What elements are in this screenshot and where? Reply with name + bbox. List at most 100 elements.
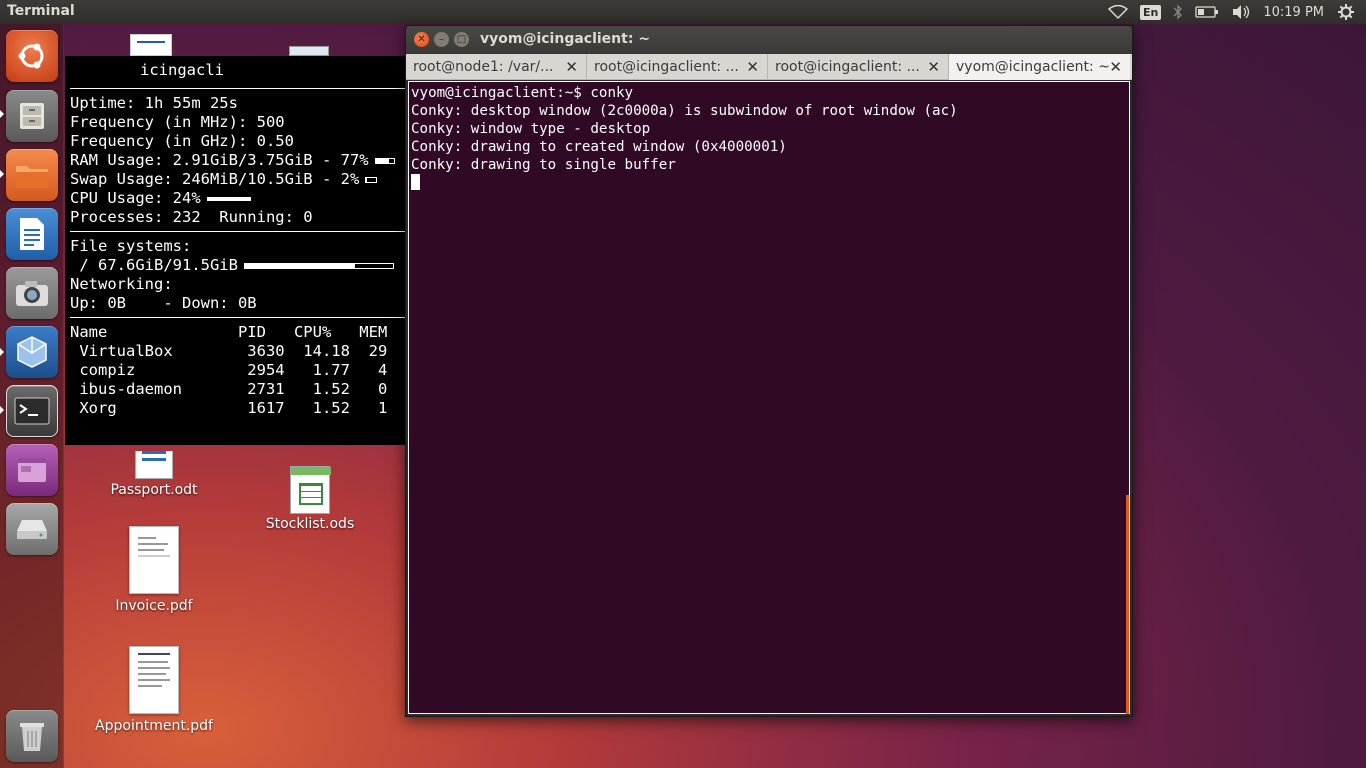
cpu-usage-bar-fill	[206, 196, 252, 201]
settings-gear-icon[interactable]	[1338, 0, 1354, 24]
keyboard-layout-indicator[interactable]: En	[1139, 0, 1162, 24]
terminal-icon	[14, 397, 50, 425]
terminal-line: vyom@icingaclient:~$ conky	[411, 85, 634, 101]
maximize-icon: □	[456, 34, 467, 45]
launcher-terminal[interactable]	[6, 385, 58, 437]
conky-frequency-ghz: Frequency (in GHz): 0.50	[70, 132, 294, 150]
text-cursor	[411, 174, 420, 190]
conky-ram-row: RAM Usage: 2.91GiB/3.75GiB - 77%	[70, 151, 405, 170]
window-minimize-button[interactable]: –	[434, 32, 449, 47]
terminal-output[interactable]: vyom@icingaclient:~$ conky Conky: deskto…	[408, 81, 1130, 714]
system-tray: En 10:19 PM	[1107, 0, 1366, 24]
writer-document-icon	[20, 218, 44, 250]
launcher-disk[interactable]	[6, 503, 58, 555]
conky-swap-row: Swap Usage: 246MiB/10.5GiB - 2%	[70, 170, 405, 189]
terminal-line: Conky: drawing to created window (0x4000…	[411, 139, 787, 155]
desktop-icon-passport[interactable]: Passport.odt	[96, 445, 212, 498]
launcher-trash[interactable]	[6, 710, 58, 762]
desktop-icon-label: Stocklist.ods	[265, 516, 355, 532]
desktop-icon-label: Invoice.pdf	[115, 598, 193, 614]
top-panel: Terminal En 10:19 PM	[0, 0, 1366, 24]
terminal-line: Conky: window type - desktop	[411, 121, 651, 137]
tab-close-icon[interactable]: ✕	[565, 54, 578, 80]
keyboard-layout-label: En	[1139, 4, 1162, 20]
filesystem-usage-bar	[243, 262, 394, 269]
terminal-line: Conky: drawing to single buffer	[411, 157, 676, 173]
conky-process-row: Xorg 1617 1.52 1	[70, 399, 388, 417]
launcher-shotwell[interactable]	[6, 267, 58, 319]
launcher-files[interactable]	[6, 90, 58, 142]
ubuntu-logo-icon	[18, 43, 44, 69]
clock[interactable]: 10:19 PM	[1263, 0, 1324, 24]
conky-cpu-usage: CPU Usage: 24%	[70, 189, 201, 207]
ram-usage-bar	[374, 157, 395, 164]
unity-launcher	[0, 24, 64, 768]
launcher-virtualbox[interactable]	[6, 326, 58, 378]
bluetooth-icon[interactable]	[1173, 0, 1183, 24]
launcher-workspace-switcher[interactable]	[6, 444, 58, 496]
desktop-icon-label: Appointment.pdf	[95, 718, 213, 734]
document-icon	[289, 46, 329, 56]
writer-document-icon	[135, 451, 173, 479]
tab-close-icon[interactable]: ✕	[746, 54, 759, 80]
divider	[70, 317, 405, 318]
running-indicator	[0, 110, 4, 118]
terminal-tab-3[interactable]: root@icingaclient: ... ✕	[768, 54, 949, 80]
terminal-scrollbar[interactable]	[1126, 495, 1129, 714]
desktop-icon-invoice[interactable]: Invoice.pdf	[96, 526, 212, 614]
conky-process-row: compiz 2954 1.77 4	[70, 361, 388, 379]
desktop-file-partial[interactable]	[289, 46, 329, 56]
terminal-tab-1[interactable]: root@node1: /var/... ✕	[406, 54, 587, 80]
conky-frequency-mhz: Frequency (in MHz): 500	[70, 113, 285, 131]
running-indicator	[0, 406, 4, 414]
battery-icon[interactable]	[1195, 0, 1219, 24]
desktop-icon-stocklist[interactable]: Stocklist.ods	[252, 466, 368, 532]
desktop-file-partial[interactable]	[130, 34, 176, 56]
conky-system-monitor: icingacli Uptime: 1h 55m 25s Frequency (…	[65, 56, 405, 445]
filesystem-usage-bar-fill	[244, 263, 355, 268]
conky-cpu-row: CPU Usage: 24%	[70, 189, 405, 208]
conky-ram-usage: RAM Usage: 2.91GiB/3.75GiB - 77%	[70, 151, 369, 169]
tab-label: root@icingaclient: ...	[594, 59, 739, 75]
camera-icon	[16, 281, 48, 306]
conky-uptime: Uptime: 1h 55m 25s	[70, 94, 238, 112]
launcher-libreoffice-writer[interactable]	[6, 208, 58, 260]
window-titlebar[interactable]: ✕ – □ vyom@icingaclient: ~	[406, 26, 1132, 54]
wifi-icon[interactable]	[1107, 0, 1128, 24]
ram-usage-bar-fill	[375, 158, 390, 163]
cpu-usage-bar	[206, 196, 393, 201]
launcher-folder[interactable]	[6, 149, 58, 201]
divider	[70, 231, 405, 232]
conky-processes: Processes: 232 Running: 0	[70, 208, 313, 226]
conky-fs-header: File systems:	[70, 237, 192, 255]
terminal-tab-bar: root@node1: /var/... ✕ root@icingaclient…	[406, 54, 1132, 80]
terminal-tab-4-active[interactable]: vyom@icingaclient: ~ ✕	[949, 54, 1130, 80]
terminal-tab-2[interactable]: root@icingaclient: ... ✕	[587, 54, 768, 80]
document-icon	[130, 34, 172, 56]
trash-icon	[20, 723, 44, 751]
hard-disk-icon	[17, 520, 47, 539]
close-icon: ✕	[417, 34, 426, 45]
conky-net-line: Up: 0B - Down: 0B	[70, 294, 257, 312]
conky-process-row: VirtualBox 3630 14.18 29	[70, 342, 388, 360]
desktop-icon-appointment[interactable]: Appointment.pdf	[86, 646, 222, 734]
tab-label: root@icingaclient: ...	[775, 59, 920, 75]
conky-fs-root: / 67.6GiB/91.5GiB	[70, 256, 238, 274]
window-close-button[interactable]: ✕	[414, 32, 429, 47]
dash-home-button[interactable]	[6, 30, 58, 82]
file-cabinet-icon	[20, 103, 44, 129]
virtualbox-cube-icon	[17, 336, 47, 368]
window-maximize-button[interactable]: □	[454, 32, 469, 47]
folder-icon	[16, 166, 48, 188]
tab-label: root@node1: /var/...	[413, 59, 554, 75]
running-indicator	[0, 348, 4, 356]
terminal-line: Conky: desktop window (2c0000a) is subwi…	[411, 103, 958, 119]
conky-fs-row: / 67.6GiB/91.5GiB	[70, 256, 405, 275]
swap-usage-bar	[365, 176, 378, 183]
divider	[70, 88, 405, 89]
terminal-cursor-line	[411, 174, 1129, 192]
conky-net-header: Networking:	[70, 275, 173, 293]
tab-close-icon[interactable]: ✕	[927, 54, 940, 80]
tab-close-icon[interactable]: ✕	[1109, 54, 1122, 80]
volume-icon[interactable]	[1231, 0, 1251, 24]
